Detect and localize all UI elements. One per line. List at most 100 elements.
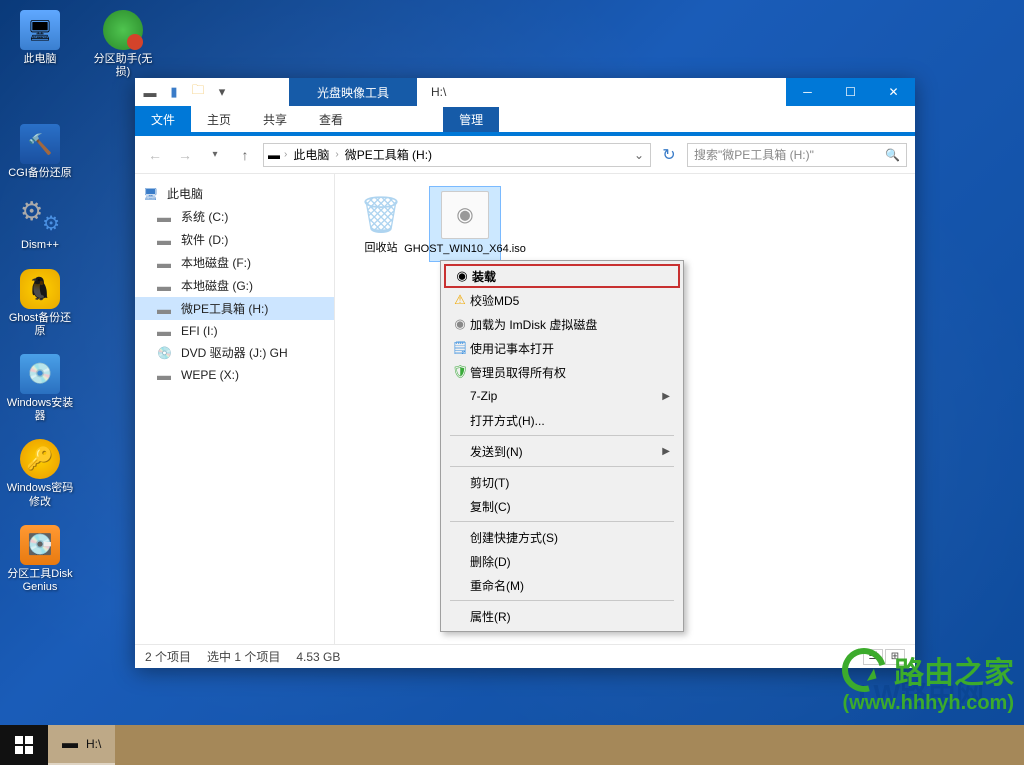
tab-file[interactable]: 文件	[135, 106, 191, 132]
desktop-cgi-backup[interactable]: CGI备份还原	[0, 120, 80, 184]
chevron-right-icon: ▶	[662, 446, 670, 457]
blank-icon	[450, 576, 470, 594]
start-button[interactable]	[0, 725, 48, 765]
dropdown-icon[interactable]: ⌄	[628, 148, 650, 162]
taskbar[interactable]: ▬ H:\	[0, 725, 1024, 765]
desktop-diskgenius[interactable]: 分区工具DiskGenius	[0, 521, 80, 598]
menu-cut[interactable]: 剪切(T)	[444, 470, 680, 494]
menu-verify-md5[interactable]: ⚠ 校验MD5	[444, 288, 680, 312]
menu-label: 属性(R)	[470, 608, 670, 625]
blank-icon	[450, 528, 470, 546]
tree-item-h[interactable]: 微PE工具箱 (H:)	[135, 297, 334, 320]
breadcrumb-pc[interactable]: 此电脑	[291, 146, 331, 163]
status-selected: 选中 1 个项目	[207, 648, 280, 665]
dvd-icon	[157, 345, 175, 360]
drive-icon	[157, 278, 175, 293]
overflow-icon[interactable]: ▾	[213, 83, 231, 101]
tree-label: DVD 驱动器 (J:) GH	[181, 344, 288, 361]
up-button[interactable]: ↑	[233, 143, 257, 167]
tree-item-d[interactable]: 软件 (D:)	[135, 228, 334, 251]
drive-icon: ▬	[62, 735, 78, 753]
titlebar[interactable]: ▬ ▮ 🗀 ▾ 光盘映像工具 H:\ ─ ☐ ✕	[135, 78, 915, 106]
tab-manage[interactable]: 管理	[443, 107, 499, 132]
blank-icon	[450, 552, 470, 570]
partition-icon	[103, 10, 143, 50]
desktop-windows-password[interactable]: Windows密码修改	[0, 435, 80, 512]
desktop-partition-assistant[interactable]: 分区助手(无损)	[80, 6, 166, 83]
desktop-this-pc[interactable]: 此电脑	[0, 6, 80, 70]
separator	[450, 466, 674, 467]
tree-label: 软件 (D:)	[181, 231, 228, 248]
menu-load-imdisk[interactable]: ◉ 加载为 ImDisk 虚拟磁盘	[444, 312, 680, 336]
file-label: 回收站	[365, 242, 398, 256]
tree-item-c[interactable]: 系统 (C:)	[135, 205, 334, 228]
penguin-icon	[20, 269, 60, 309]
menu-label: 剪切(T)	[470, 474, 670, 491]
taskbar-item-explorer[interactable]: ▬ H:\	[48, 725, 115, 765]
desktop-dism[interactable]: Dism++	[0, 192, 80, 256]
minimize-button[interactable]: ─	[786, 78, 829, 106]
title-path: H:\	[417, 85, 446, 99]
maximize-button[interactable]: ☐	[829, 78, 872, 106]
menu-label: 复制(C)	[470, 498, 670, 515]
label: CGI备份还原	[8, 167, 72, 180]
menu-label: 管理员取得所有权	[470, 364, 670, 381]
tab-home[interactable]: 主页	[191, 107, 247, 132]
status-count: 2 个项目	[145, 648, 191, 665]
folder-icon[interactable]: 🗀	[189, 83, 207, 101]
tab-view[interactable]: 查看	[303, 107, 359, 132]
menu-copy[interactable]: 复制(C)	[444, 494, 680, 518]
menu-create-shortcut[interactable]: 创建快捷方式(S)	[444, 525, 680, 549]
tab-share[interactable]: 共享	[247, 107, 303, 132]
desktop-windows-installer[interactable]: Windows安装器	[0, 350, 80, 427]
breadcrumb-drive[interactable]: 微PE工具箱 (H:)	[343, 146, 434, 163]
tree-label: EFI (I:)	[181, 324, 218, 338]
disc-icon: ◉	[452, 267, 472, 285]
doc-icon[interactable]: ▮	[165, 83, 183, 101]
drive-icon	[157, 232, 175, 247]
recycle-icon	[357, 190, 405, 238]
quick-access-toolbar: ▬ ▮ 🗀 ▾	[135, 83, 231, 101]
search-placeholder: 搜索"微PE工具箱 (H:)"	[694, 146, 814, 163]
menu-7zip[interactable]: 7-Zip ▶	[444, 384, 680, 408]
refresh-button[interactable]: ↻	[657, 143, 681, 167]
menu-label: 加载为 ImDisk 虚拟磁盘	[470, 316, 670, 333]
chevron-right-icon: ▶	[662, 391, 670, 402]
address-box[interactable]: ▬ › 此电脑 › 微PE工具箱 (H:) ⌄	[263, 143, 651, 167]
context-tab-header: 光盘映像工具	[289, 78, 417, 106]
menu-label: 校验MD5	[470, 292, 670, 309]
menu-send-to[interactable]: 发送到(N) ▶	[444, 439, 680, 463]
tree-item-i[interactable]: EFI (I:)	[135, 320, 334, 341]
menu-label: 打开方式(H)...	[470, 412, 670, 429]
label: Dism++	[21, 239, 59, 252]
menu-rename[interactable]: 重命名(M)	[444, 573, 680, 597]
blank-icon	[450, 473, 470, 491]
separator	[450, 435, 674, 436]
menu-label: 重命名(M)	[470, 577, 670, 594]
drive-icon	[157, 301, 175, 316]
menu-admin-ownership[interactable]: 🛡 管理员取得所有权	[444, 360, 680, 384]
watermark: 路由之家 (www.hhhyh.com)	[842, 648, 1014, 715]
file-ghost-iso[interactable]: GHOST_WIN10_X64.iso	[429, 186, 501, 262]
menu-delete[interactable]: 删除(D)	[444, 549, 680, 573]
nav-pane[interactable]: 此电脑 系统 (C:) 软件 (D:) 本地磁盘 (F:) 本地磁盘 (G:) …	[135, 174, 335, 644]
tree-item-x[interactable]: WEPE (X:)	[135, 364, 334, 385]
menu-label: 7-Zip	[470, 389, 662, 403]
back-button[interactable]: ←	[143, 143, 167, 167]
history-button[interactable]: ▾	[203, 143, 227, 167]
tree-item-j[interactable]: DVD 驱动器 (J:) GH	[135, 341, 334, 364]
forward-button[interactable]: →	[173, 143, 197, 167]
menu-open-with[interactable]: 打开方式(H)...	[444, 408, 680, 432]
menu-label: 删除(D)	[470, 553, 670, 570]
chevron-icon: ›	[335, 149, 338, 160]
desktop-ghost-backup[interactable]: Ghost备份还原	[0, 265, 80, 342]
tree-item-g[interactable]: 本地磁盘 (G:)	[135, 274, 334, 297]
menu-label: 创建快捷方式(S)	[470, 529, 670, 546]
menu-mount[interactable]: ◉ 装载	[444, 264, 680, 288]
tree-root-pc[interactable]: 此电脑	[135, 182, 334, 205]
menu-notepad[interactable]: 🗒 使用记事本打开	[444, 336, 680, 360]
close-button[interactable]: ✕	[872, 78, 915, 106]
tree-item-f[interactable]: 本地磁盘 (F:)	[135, 251, 334, 274]
menu-properties[interactable]: 属性(R)	[444, 604, 680, 628]
search-input[interactable]: 搜索"微PE工具箱 (H:)" 🔍	[687, 143, 907, 167]
